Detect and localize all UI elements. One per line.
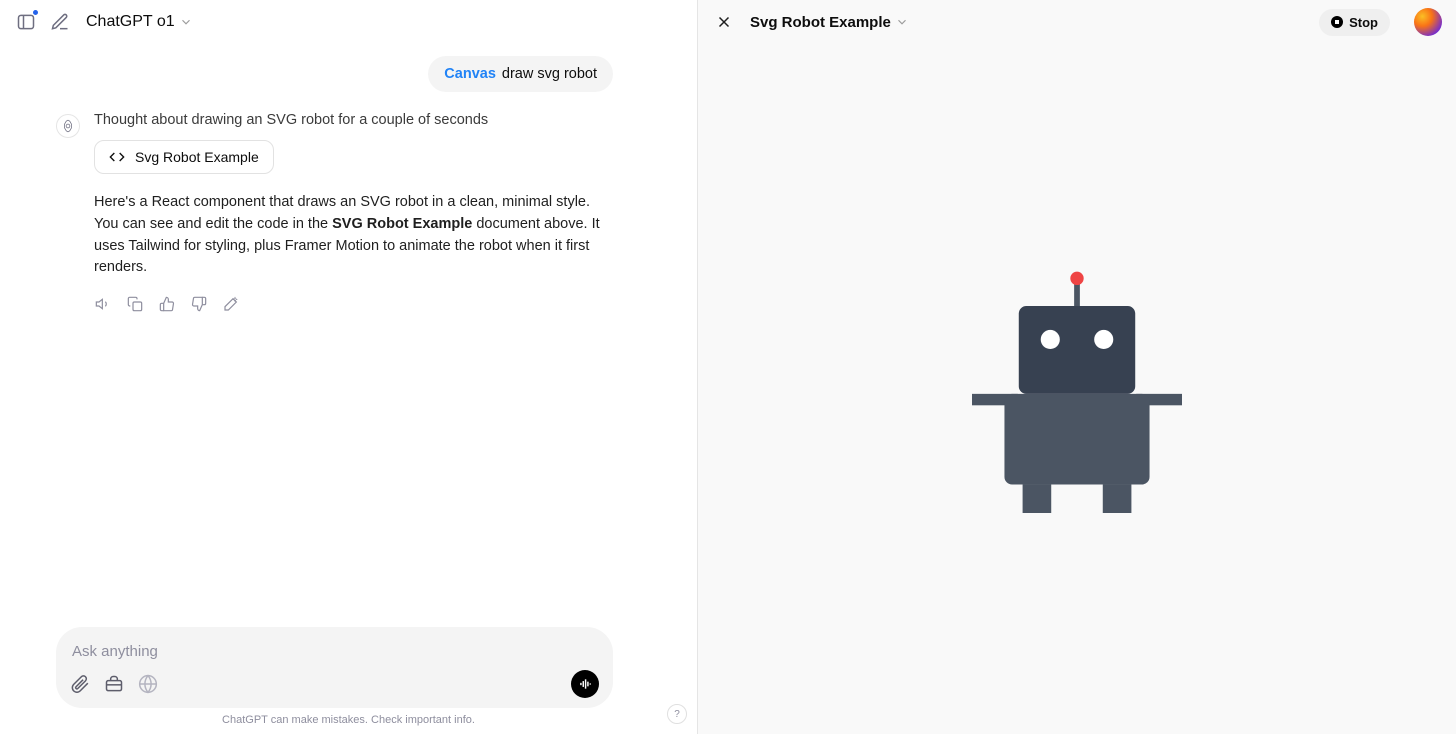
user-avatar[interactable] (1414, 8, 1442, 36)
waveform-icon (578, 677, 592, 691)
thumbs-down-icon (191, 296, 207, 312)
model-label: ChatGPT o1 (86, 13, 175, 31)
canvas-header: Svg Robot Example Stop (698, 0, 1456, 44)
canvas-title-dropdown[interactable]: Svg Robot Example (750, 14, 909, 31)
chevron-down-icon (895, 15, 909, 29)
composer[interactable] (56, 627, 613, 708)
assistant-message-row: Thought about drawing an SVG robot for a… (56, 112, 641, 313)
left-header: ChatGPT o1 (0, 0, 697, 44)
canvas-title: Svg Robot Example (750, 14, 891, 31)
openai-logo-icon (61, 119, 75, 133)
notification-dot-icon (32, 9, 39, 16)
globe-icon (138, 674, 158, 694)
help-label: ? (674, 709, 680, 720)
thumbs-up-button[interactable] (158, 295, 176, 313)
disclaimer-text: ChatGPT can make mistakes. Check importa… (56, 714, 641, 726)
chevron-down-icon (179, 15, 193, 29)
code-icon (109, 149, 125, 165)
close-icon (715, 13, 733, 31)
assistant-message-text: Here's a React component that draws an S… (94, 192, 613, 279)
thought-summary: Thought about drawing an SVG robot for a… (94, 112, 613, 128)
stop-button[interactable]: Stop (1319, 9, 1390, 36)
user-message-bubble: Canvas draw svg robot (428, 56, 613, 92)
message-input[interactable] (70, 639, 599, 670)
canvas-pane: Svg Robot Example Stop (698, 0, 1456, 734)
message-actions (94, 295, 613, 313)
assistant-body: Thought about drawing an SVG robot for a… (94, 112, 613, 313)
artifact-chip[interactable]: Svg Robot Example (94, 140, 274, 174)
edit-button[interactable] (222, 295, 240, 313)
stop-label: Stop (1349, 15, 1378, 30)
canvas-prefix-chip: Canvas (444, 66, 496, 82)
sparkle-edit-icon (223, 296, 239, 312)
compose-icon (50, 12, 70, 32)
read-aloud-button[interactable] (94, 295, 112, 313)
help-button[interactable]: ? (667, 704, 687, 724)
model-selector[interactable]: ChatGPT o1 (86, 13, 193, 31)
artifact-title: Svg Robot Example (135, 149, 259, 165)
assistant-avatar (56, 114, 80, 138)
avatar-image (1414, 8, 1442, 36)
sidebar-toggle-button[interactable] (14, 10, 38, 34)
copy-button[interactable] (126, 295, 144, 313)
tools-button[interactable] (104, 674, 124, 694)
composer-area: ChatGPT can make mistakes. Check importa… (0, 627, 697, 734)
thumbs-down-button[interactable] (190, 295, 208, 313)
toolbox-icon (104, 674, 124, 694)
stop-icon (1331, 16, 1343, 28)
copy-icon (127, 296, 143, 312)
attach-button[interactable] (70, 674, 90, 694)
close-canvas-button[interactable] (712, 10, 736, 34)
web-button[interactable] (138, 674, 158, 694)
speaker-icon (95, 296, 111, 312)
new-chat-button[interactable] (48, 10, 72, 34)
user-message-text: draw svg robot (502, 66, 597, 82)
thumbs-up-icon (159, 296, 175, 312)
voice-input-button[interactable] (571, 670, 599, 698)
chat-pane: ChatGPT o1 Canvas draw svg robot Thought… (0, 0, 697, 734)
robot-illustration (972, 265, 1182, 513)
user-message-row: Canvas draw svg robot (56, 56, 641, 92)
canvas-preview (698, 44, 1456, 734)
paperclip-icon (70, 674, 90, 694)
